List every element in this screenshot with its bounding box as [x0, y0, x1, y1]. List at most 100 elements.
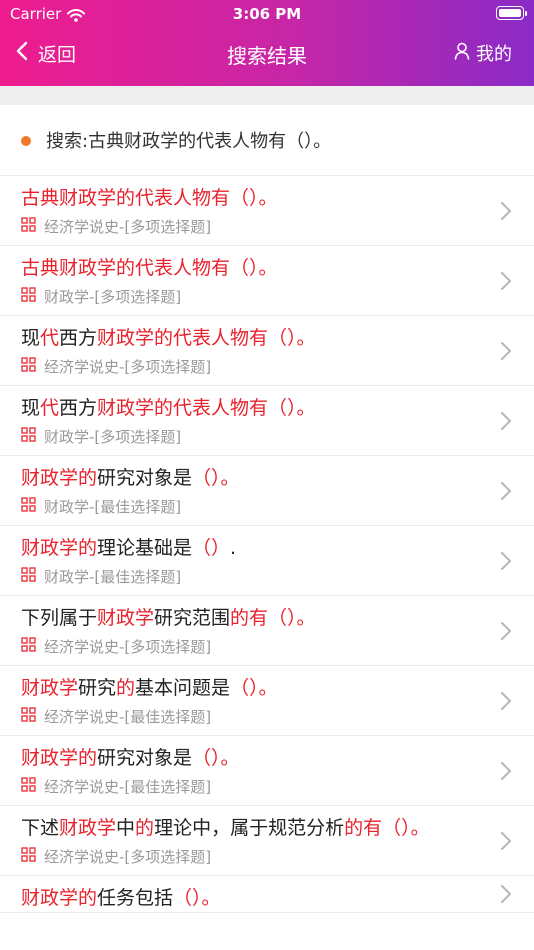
result-item[interactable]: 现代西方财政学的代表人物有（）。 财政学-[多项选择题]: [0, 386, 534, 456]
result-meta: 财政学-[最佳选择题]: [0, 492, 534, 525]
result-category: 经济学说史-[多项选择题]: [44, 218, 212, 236]
chevron-right-icon: [500, 621, 512, 641]
result-item[interactable]: 财政学的研究对象是（）。 财政学-[最佳选择题]: [0, 456, 534, 526]
chevron-right-icon: [500, 411, 512, 431]
highlighted-text: 财政学的代表人物有（）。: [97, 327, 316, 349]
result-item[interactable]: 古典财政学的代表人物有（）。 经济学说史-[多项选择题]: [0, 176, 534, 246]
result-title: 现代西方财政学的代表人物有（）。: [0, 316, 534, 352]
result-category: 经济学说史-[最佳选择题]: [44, 778, 212, 796]
highlighted-text: 的: [116, 677, 136, 699]
bullet-dot-icon: [21, 136, 31, 146]
plain-text: 现: [21, 397, 41, 419]
result-meta: 经济学说史-[多项选择题]: [0, 632, 534, 665]
result-meta: 财政学-[最佳选择题]: [0, 562, 534, 595]
status-time: 3:06 PM: [232, 5, 302, 23]
result-meta: 财政学-[多项选择题]: [0, 282, 534, 315]
result-meta: 经济学说史-[多项选择题]: [0, 352, 534, 385]
result-meta: 经济学说史-[多项选择题]: [0, 842, 534, 875]
plain-text: 任务包括: [97, 887, 174, 909]
chevron-right-icon: [500, 341, 512, 361]
category-grid-icon: [21, 357, 36, 376]
category-grid-icon: [21, 567, 36, 586]
category-grid-icon: [21, 497, 36, 516]
result-item[interactable]: 古典财政学的代表人物有（）。财政学-[多项选择题]: [0, 246, 534, 316]
highlighted-text: 古典财政学的代表人物有（）。: [21, 257, 278, 279]
mine-label: 我的: [476, 44, 512, 65]
category-grid-icon: [21, 287, 36, 306]
result-category: 财政学-[最佳选择题]: [44, 498, 182, 516]
highlighted-text: 代: [40, 397, 60, 419]
chevron-right-icon: [500, 551, 512, 571]
chevron-right-icon: [500, 201, 512, 221]
highlighted-text: （）。: [173, 887, 221, 909]
result-list: 古典财政学的代表人物有（）。 经济学说史-[多项选择题] 古典财政学的代表人物有（）…: [0, 176, 534, 913]
plain-text: 研究对象是: [97, 467, 193, 489]
result-meta: 经济学说史-[最佳选择题]: [0, 772, 534, 805]
result-item[interactable]: 财政学的任务包括（）。: [0, 876, 534, 913]
plain-text: 下述: [21, 817, 60, 839]
result-category: 财政学-[多项选择题]: [44, 288, 182, 306]
result-item[interactable]: 财政学的研究对象是（）。 经济学说史-[最佳选择题]: [0, 736, 534, 806]
plain-text: 西方: [59, 397, 98, 419]
result-title: 财政学的研究对象是（）。: [0, 456, 534, 492]
category-grid-icon: [21, 217, 36, 236]
plain-text: 西方: [59, 327, 98, 349]
highlighted-text: 财政学的代表人物有（）。: [97, 397, 316, 419]
result-title: 财政学的理论基础是（）.: [0, 526, 534, 562]
plain-text: 下列属于: [21, 607, 98, 629]
plain-text: 现: [21, 327, 41, 349]
result-category: 经济学说史-[多项选择题]: [44, 358, 212, 376]
search-query-text: 搜索:古典财政学的代表人物有（）。: [46, 131, 332, 152]
result-item[interactable]: 现代西方财政学的代表人物有（）。经济学说史-[多项选择题]: [0, 316, 534, 386]
user-icon: [454, 42, 476, 65]
plain-text: .: [230, 537, 237, 559]
highlighted-text: 财政学的: [21, 887, 98, 909]
result-meta: 经济学说史-[多项选择题]: [0, 212, 534, 245]
highlighted-text: 财政学的: [21, 537, 98, 559]
category-grid-icon: [21, 847, 36, 866]
section-divider: [0, 86, 534, 105]
result-title: 财政学的任务包括（）。: [0, 876, 534, 912]
status-bar: Carrier 3:06 PM: [0, 0, 534, 28]
plain-text: 基本问题是: [135, 677, 231, 699]
result-meta: 经济学说史-[最佳选择题]: [0, 702, 534, 735]
highlighted-text: 财政学: [21, 677, 79, 699]
chevron-right-icon: [500, 831, 512, 851]
plain-text: 中: [116, 817, 136, 839]
highlighted-text: 代: [40, 327, 60, 349]
result-category: 经济学说史-[多项选择题]: [44, 638, 212, 656]
result-item[interactable]: 财政学的理论基础是（）. 财政学-[最佳选择题]: [0, 526, 534, 596]
plain-text: 研究: [78, 677, 117, 699]
category-grid-icon: [21, 427, 36, 446]
result-item[interactable]: 财政学研究的基本问题是（）。经济学说史-[最佳选择题]: [0, 666, 534, 736]
app-header: Carrier 3:06 PM 返回 搜索结果 我的: [0, 0, 534, 86]
result-meta: 财政学-[多项选择题]: [0, 422, 534, 455]
chevron-right-icon: [500, 884, 512, 904]
result-title: 现代西方财政学的代表人物有（）。: [0, 386, 534, 422]
chevron-right-icon: [500, 761, 512, 781]
category-grid-icon: [21, 637, 36, 656]
result-item[interactable]: 下列属于财政学研究范围的有（）。经济学说史-[多项选择题]: [0, 596, 534, 666]
plain-text: 理论基础是: [97, 537, 193, 559]
highlighted-text: 财政学的: [21, 467, 98, 489]
result-title: 古典财政学的代表人物有（）。: [0, 246, 534, 282]
result-category: 财政学-[最佳选择题]: [44, 568, 182, 586]
result-title: 财政学研究的基本问题是（）。: [0, 666, 534, 702]
category-grid-icon: [21, 707, 36, 726]
chevron-right-icon: [500, 481, 512, 501]
highlighted-text: （）。: [192, 467, 240, 489]
mine-button[interactable]: 我的: [454, 40, 512, 66]
highlighted-text: （）。: [192, 747, 240, 769]
result-title: 下列属于财政学研究范围的有（）。: [0, 596, 534, 632]
result-category: 经济学说史-[最佳选择题]: [44, 708, 212, 726]
highlighted-text: 财政学: [97, 607, 155, 629]
highlighted-text: （）: [192, 537, 231, 559]
highlighted-text: 的有（）。: [230, 607, 316, 629]
result-item[interactable]: 下述财政学中的理论中，属于规范分析的有（）。 经济学说史-[多项选择题]: [0, 806, 534, 876]
highlighted-text: 的有（）。: [344, 817, 430, 839]
chevron-right-icon: [500, 691, 512, 711]
result-title: 下述财政学中的理论中，属于规范分析的有（）。: [0, 806, 534, 842]
nav-bar: 返回 搜索结果 我的: [0, 30, 534, 80]
plain-text: 研究对象是: [97, 747, 193, 769]
plain-text: 理论中，属于规范分析: [154, 817, 345, 839]
